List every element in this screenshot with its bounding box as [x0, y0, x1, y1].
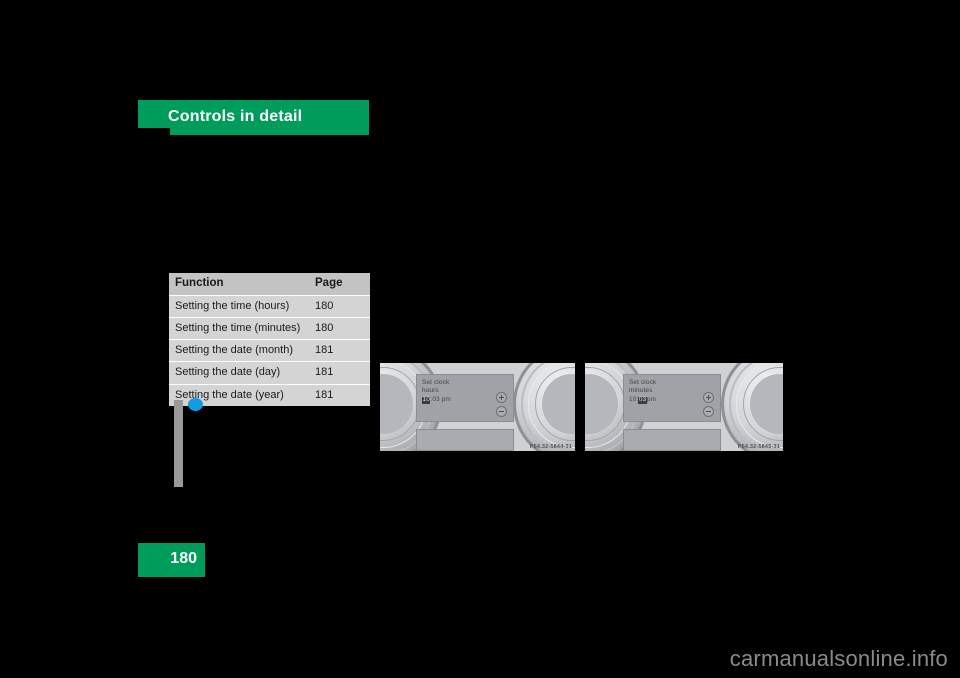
gauge-ring-4	[585, 367, 625, 441]
display-line-title: Set clock	[629, 380, 656, 387]
table-row: Setting the date (month) 181	[169, 340, 370, 362]
plus-icon[interactable]	[496, 392, 507, 403]
cell-function: Setting the date (month)	[169, 340, 309, 362]
instrument-display-panel: Set clock minutes 10:03 pm	[623, 374, 721, 422]
gauge-hub	[542, 374, 575, 434]
display-line-time: 10:03 pm	[629, 397, 656, 404]
display-line-time: 10:03 pm	[422, 397, 451, 404]
table-body: Setting the time (hours) 180 Setting the…	[169, 295, 370, 405]
page-root: Controls in detail Function Page Setting…	[0, 0, 960, 678]
function-page-table: Function Page Setting the time (hours) 1…	[169, 271, 370, 406]
table-row: Setting the date (day) 181	[169, 362, 370, 384]
display-line-title: Set clock	[422, 380, 449, 387]
gauge-ring-4	[380, 367, 420, 441]
figure-reference-code: P54.32-5845-31	[738, 444, 780, 450]
gauge-ring-3	[736, 363, 783, 448]
plus-icon[interactable]	[703, 392, 714, 403]
gauge-ring-2	[729, 363, 783, 451]
gauge-ring-3	[528, 363, 575, 448]
instrument-display-lower-panel	[416, 429, 514, 451]
gauge-ring-outer	[721, 363, 783, 451]
gauge-hub	[585, 374, 618, 434]
table-header-row: Function Page	[169, 272, 370, 295]
minus-icon[interactable]	[496, 406, 507, 417]
table-row: Setting the time (minutes) 180	[169, 317, 370, 339]
column-header-page: Page	[309, 272, 370, 295]
instrument-display-lower-panel	[623, 429, 721, 451]
section-header-banner: Controls in detail	[138, 100, 369, 135]
time-highlighted-field: 03	[638, 397, 646, 404]
gauge-ring-2	[521, 363, 575, 451]
cell-function: Setting the time (hours)	[169, 295, 309, 317]
time-suffix: :03 pm	[430, 397, 450, 404]
site-watermark: carmanualsonline.info	[730, 646, 948, 672]
time-highlighted-field: 10	[422, 397, 430, 404]
time-prefix: 10:	[629, 397, 638, 404]
table-head: Function Page	[169, 272, 370, 295]
figure-reference-code: P54.32-5844-31	[530, 444, 572, 450]
display-line-subtitle: minutes	[629, 388, 652, 395]
figure-set-clock-hours: Set clock hours 10:03 pm P54.32-5844-31	[380, 363, 575, 451]
gauge-ring-4	[743, 367, 783, 441]
gauge-hub	[750, 374, 783, 434]
cell-page: 180	[309, 317, 370, 339]
column-header-function: Function	[169, 272, 309, 295]
margin-rule-bar	[174, 400, 183, 487]
instrument-display-panel: Set clock hours 10:03 pm	[416, 374, 514, 422]
time-suffix: pm	[647, 397, 656, 404]
cell-page: 181	[309, 384, 370, 406]
section-header-notch	[138, 128, 170, 135]
display-line-subtitle: hours	[422, 388, 439, 395]
gauge-ring-outer	[513, 363, 575, 451]
cell-page: 181	[309, 362, 370, 384]
figure-set-clock-minutes: Set clock minutes 10:03 pm P54.32-5845-3…	[585, 363, 783, 451]
bullet-dot-icon	[188, 398, 203, 411]
gauge-hub	[380, 374, 413, 434]
cell-function: Setting the date (day)	[169, 362, 309, 384]
page-number-block: 180	[138, 543, 205, 577]
cell-page: 180	[309, 295, 370, 317]
cell-function: Setting the time (minutes)	[169, 317, 309, 339]
minus-icon[interactable]	[703, 406, 714, 417]
gauge-ring-4	[535, 367, 575, 441]
table-row: Setting the time (hours) 180	[169, 295, 370, 317]
page-number: 180	[170, 550, 197, 568]
section-title: Controls in detail	[168, 108, 302, 126]
cell-page: 181	[309, 340, 370, 362]
